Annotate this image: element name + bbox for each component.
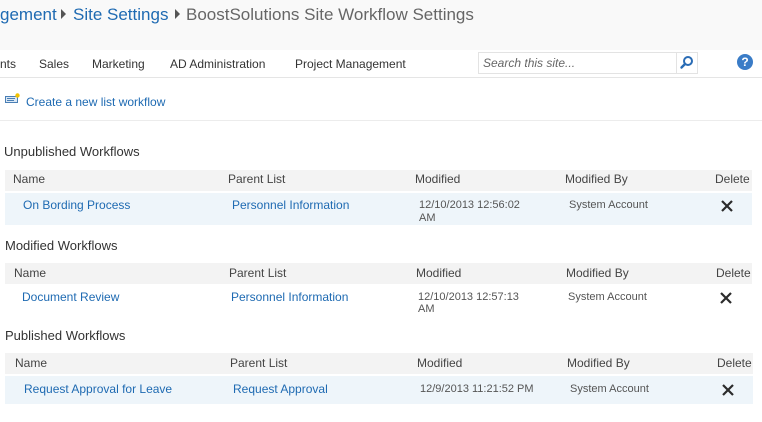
parent-list-link[interactable]: Personnel Information xyxy=(232,198,349,212)
parent-list-link[interactable]: Personnel Information xyxy=(231,290,348,304)
column-header-parent-list[interactable]: Parent List xyxy=(229,266,286,280)
modified-date-suffix: AM xyxy=(419,212,436,224)
new-workflow-icon xyxy=(5,93,20,103)
modified-by: System Account xyxy=(569,199,648,211)
table-header-row xyxy=(5,263,752,284)
search-box xyxy=(478,52,677,74)
section-title-modified: Modified Workflows xyxy=(5,238,118,253)
page-title: BoostSolutions Site Workflow Settings xyxy=(186,5,474,24)
column-header-modified[interactable]: Modified xyxy=(417,356,462,370)
search-input[interactable] xyxy=(479,53,677,73)
help-button[interactable]: ? xyxy=(737,54,753,70)
workflow-name-link[interactable]: Request Approval for Leave xyxy=(24,382,172,396)
column-header-name[interactable]: Name xyxy=(15,356,47,370)
divider xyxy=(0,120,762,121)
delete-icon[interactable] xyxy=(720,199,734,213)
nav-item-clients[interactable]: nts xyxy=(0,56,16,72)
search-icon xyxy=(680,56,693,69)
column-header-delete: Delete xyxy=(716,266,751,280)
column-header-delete: Delete xyxy=(717,356,752,370)
modified-by: System Account xyxy=(568,291,647,303)
delete-icon[interactable] xyxy=(721,383,735,397)
search-button[interactable] xyxy=(676,52,698,74)
breadcrumb-item-management[interactable]: gement xyxy=(0,4,57,26)
nav-item-sales[interactable]: Sales xyxy=(39,56,69,72)
column-header-delete: Delete xyxy=(715,172,750,186)
workflow-name-link[interactable]: Document Review xyxy=(22,290,119,304)
column-header-name[interactable]: Name xyxy=(13,172,45,186)
workflow-name-link[interactable]: On Bording Process xyxy=(23,198,130,212)
column-header-parent-list[interactable]: Parent List xyxy=(228,172,285,186)
breadcrumb-item-site-settings[interactable]: Site Settings xyxy=(73,4,168,26)
parent-list-link[interactable]: Request Approval xyxy=(233,382,328,396)
modified-date-suffix: AM xyxy=(418,303,435,315)
modified-date: 12/9/2013 11:21:52 PM xyxy=(420,383,534,395)
section-title-published: Published Workflows xyxy=(5,328,126,343)
section-title-unpublished: Unpublished Workflows xyxy=(4,144,140,159)
column-header-name[interactable]: Name xyxy=(14,266,46,280)
delete-icon[interactable] xyxy=(719,291,733,305)
modified-by: System Account xyxy=(570,383,649,395)
column-header-modified-by[interactable]: Modified By xyxy=(567,356,630,370)
column-header-modified[interactable]: Modified xyxy=(416,266,461,280)
breadcrumb-separator-icon xyxy=(175,9,180,19)
column-header-modified-by[interactable]: Modified By xyxy=(565,172,628,186)
nav-item-project-management[interactable]: Project Management xyxy=(295,56,406,72)
nav-item-marketing[interactable]: Marketing xyxy=(92,56,145,72)
column-header-parent-list[interactable]: Parent List xyxy=(230,356,287,370)
modified-date: 12/10/2013 12:56:02 xyxy=(419,199,520,211)
table-header-row xyxy=(5,170,752,191)
table-header-row xyxy=(5,353,753,374)
nav-item-ad-administration[interactable]: AD Administration xyxy=(170,56,265,72)
column-header-modified[interactable]: Modified xyxy=(415,172,460,186)
breadcrumb-separator-icon xyxy=(61,9,66,19)
create-list-workflow-link[interactable]: Create a new list workflow xyxy=(26,95,165,109)
column-header-modified-by[interactable]: Modified By xyxy=(566,266,629,280)
